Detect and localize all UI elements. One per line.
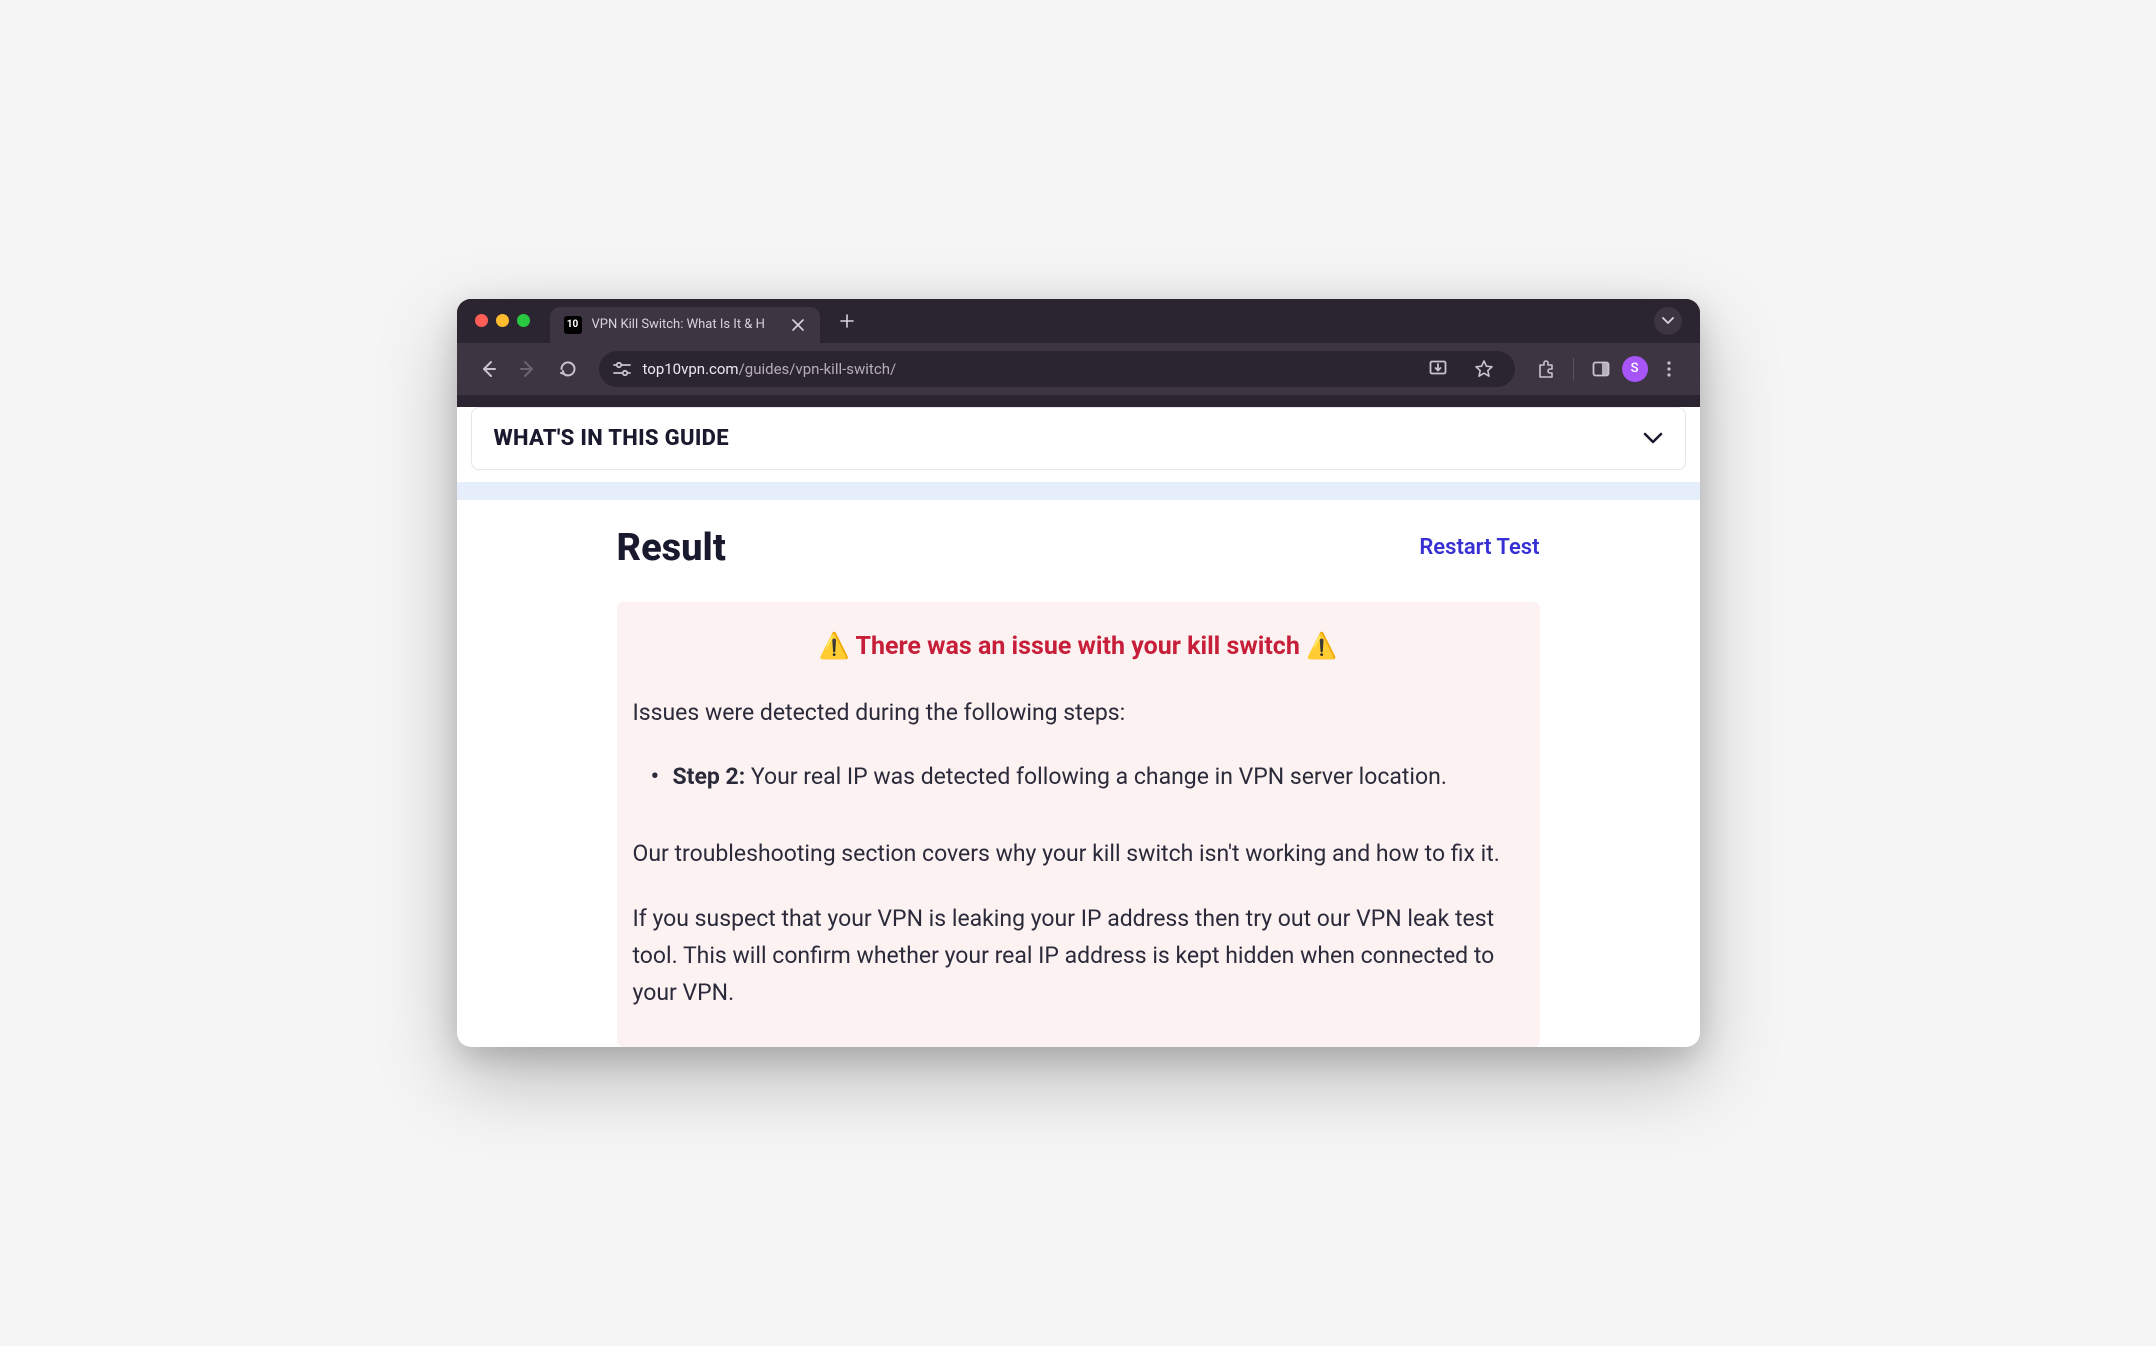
reload-button[interactable] (551, 352, 585, 386)
traffic-lights (475, 314, 530, 327)
url-text: top10vpn.com/guides/vpn-kill-switch/ (643, 360, 1409, 378)
chevron-down-icon (1662, 317, 1674, 325)
toolbar-divider (1573, 358, 1574, 380)
bookmark-button[interactable] (1467, 352, 1501, 386)
toolbar: top10vpn.com/guides/vpn-kill-switch/ S (457, 343, 1700, 395)
main-area: Result Restart Test ⚠️ There was an issu… (457, 500, 1700, 1048)
page-content: WHAT'S IN THIS GUIDE Result Restart Test… (457, 407, 1700, 1048)
install-icon (1428, 359, 1448, 379)
minimize-window-button[interactable] (496, 314, 509, 327)
arrow-left-icon (478, 359, 498, 379)
close-window-button[interactable] (475, 314, 488, 327)
toc-toggle[interactable]: WHAT'S IN THIS GUIDE (471, 407, 1686, 470)
star-icon (1474, 359, 1494, 379)
plus-icon (840, 314, 854, 328)
puzzle-icon (1536, 359, 1556, 379)
result-header: Result Restart Test (617, 526, 1540, 570)
issue-step-label: Step 2: (673, 763, 746, 790)
tabs-dropdown-button[interactable] (1654, 307, 1682, 335)
tab-close-button[interactable] (790, 317, 806, 333)
address-bar[interactable]: top10vpn.com/guides/vpn-kill-switch/ (599, 351, 1515, 387)
issue-item: Step 2: Your real IP was detected follow… (651, 759, 1524, 796)
tab-title: VPN Kill Switch: What Is It & H (592, 317, 780, 332)
site-info-button[interactable] (613, 362, 631, 376)
close-icon (792, 319, 804, 331)
leak-test-text: If you suspect that your VPN is leaking … (633, 901, 1524, 1011)
kebab-icon (1660, 360, 1678, 378)
toc-chevron (1643, 432, 1663, 444)
panel-icon (1591, 359, 1611, 379)
url-path: /guides/vpn-kill-switch/ (739, 360, 897, 378)
browser-window: 10 VPN Kill Switch: What Is It & H (457, 299, 1700, 1048)
url-domain: top10vpn.com (643, 360, 739, 378)
browser-tab[interactable]: 10 VPN Kill Switch: What Is It & H (550, 307, 820, 343)
issue-text: Your real IP was detected following a ch… (745, 763, 1447, 790)
back-button[interactable] (471, 352, 505, 386)
result-heading: Result (617, 526, 726, 570)
result-box: ⚠️ There was an issue with your kill swi… (617, 602, 1540, 1048)
toc-title: WHAT'S IN THIS GUIDE (494, 426, 729, 451)
extensions-button[interactable] (1529, 352, 1563, 386)
chevron-down-icon (1643, 432, 1663, 444)
issue-list: Step 2: Your real IP was detected follow… (633, 759, 1524, 796)
reload-icon (558, 359, 578, 379)
side-panel-button[interactable] (1584, 352, 1618, 386)
toolbar-right: S (1529, 352, 1686, 386)
maximize-window-button[interactable] (517, 314, 530, 327)
arrow-right-icon (518, 359, 538, 379)
tune-icon (613, 362, 631, 376)
install-app-button[interactable] (1421, 352, 1455, 386)
new-tab-button[interactable] (832, 310, 862, 332)
forward-button[interactable] (511, 352, 545, 386)
alert-message: ⚠️ There was an issue with your kill swi… (633, 632, 1524, 661)
troubleshoot-text: Our troubleshooting section covers why y… (633, 836, 1524, 873)
tab-favicon: 10 (564, 316, 582, 334)
blue-accent-strip (457, 482, 1700, 500)
restart-test-link[interactable]: Restart Test (1419, 535, 1539, 560)
title-bar: 10 VPN Kill Switch: What Is It & H (457, 299, 1700, 343)
menu-button[interactable] (1652, 352, 1686, 386)
profile-button[interactable]: S (1622, 356, 1648, 382)
issues-intro: Issues were detected during the followin… (633, 695, 1524, 732)
